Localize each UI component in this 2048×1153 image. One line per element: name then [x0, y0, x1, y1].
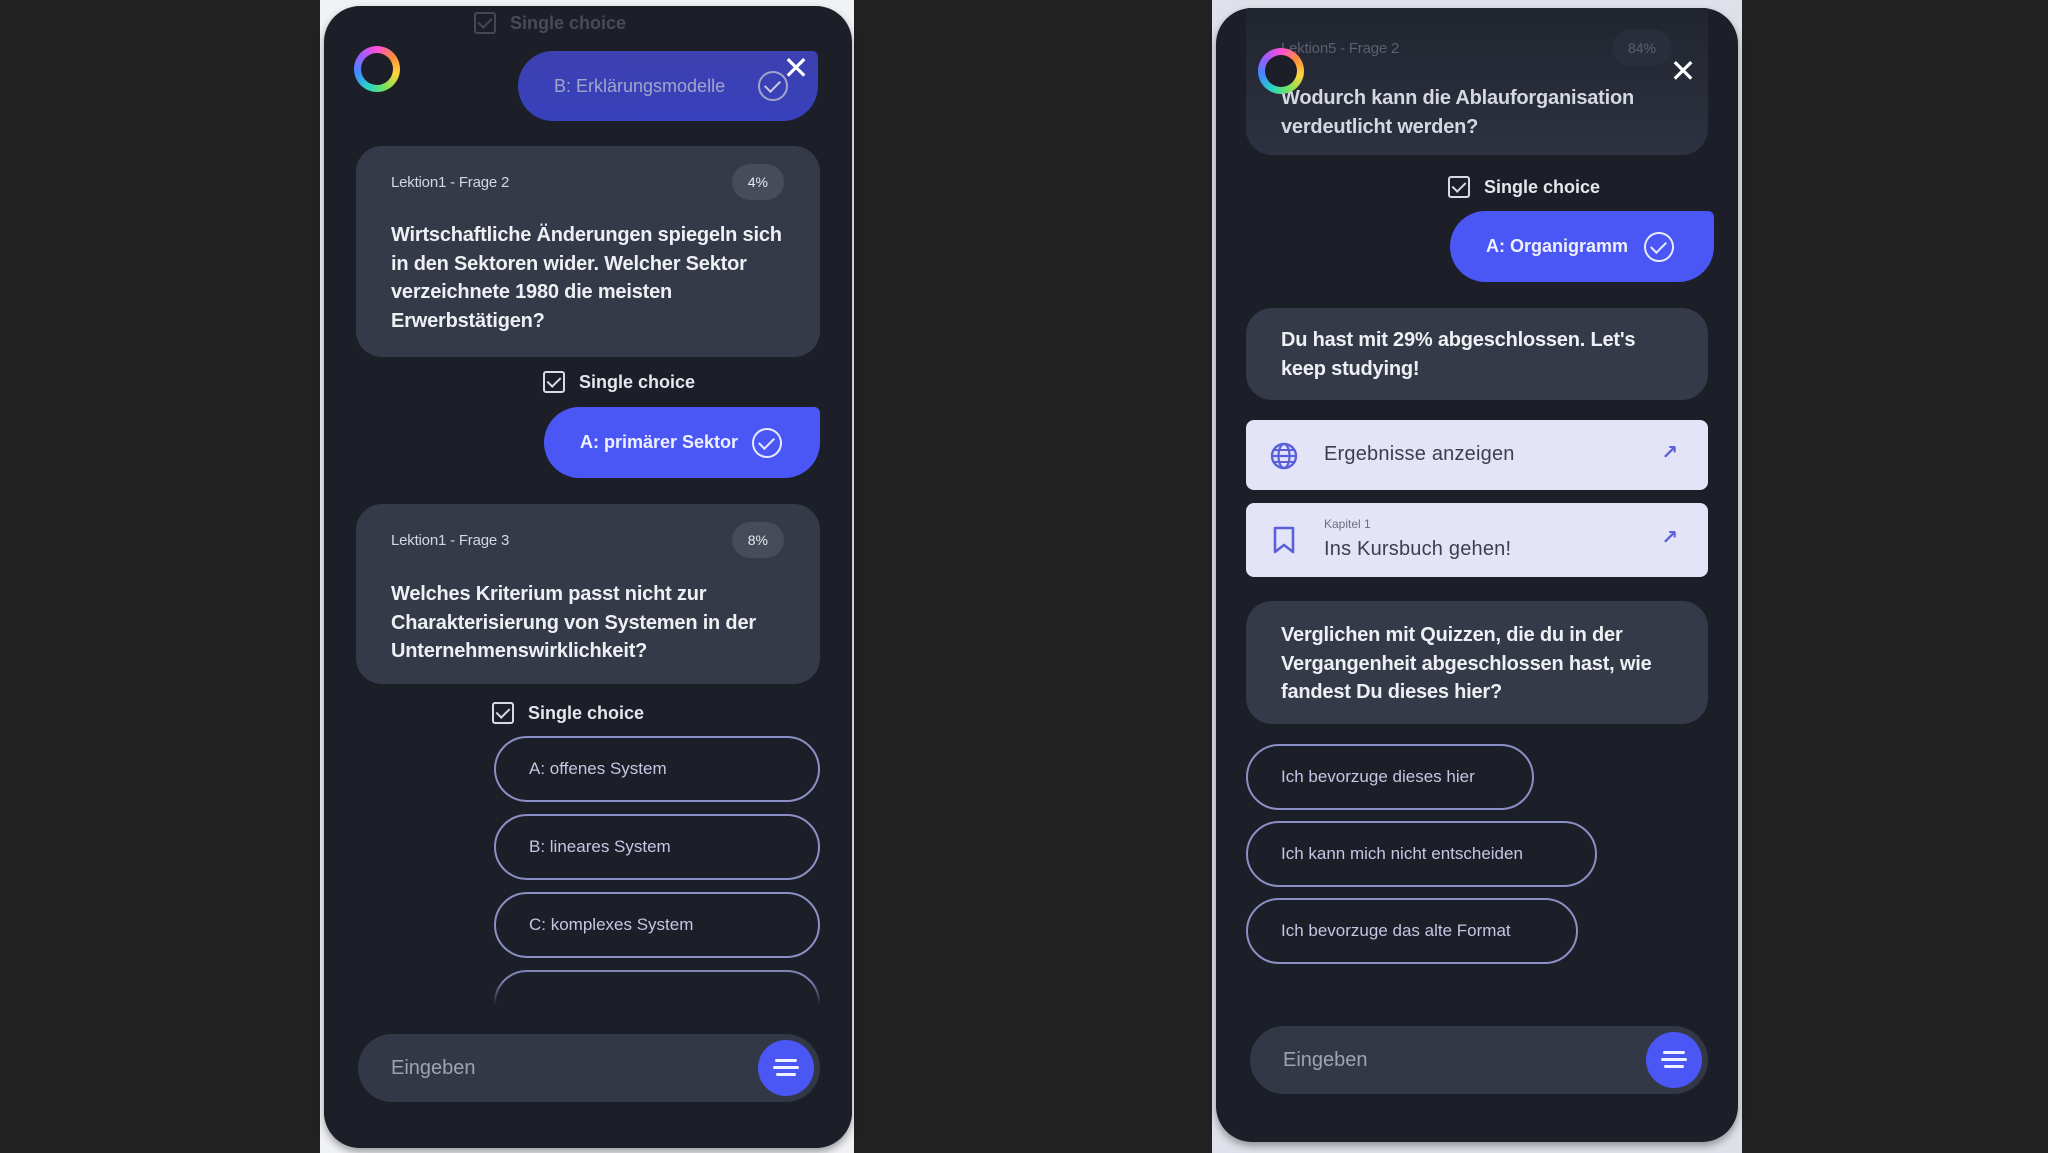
- question-card: Lektion1 - Frage 3 8% Welches Kriterium …: [356, 504, 820, 684]
- message-input-container: [358, 1034, 820, 1102]
- globe-icon: [1270, 442, 1298, 470]
- feedback-option[interactable]: Ich bevorzuge das alte Format: [1246, 898, 1578, 964]
- menu-line: [776, 1073, 796, 1076]
- feedback-question-card: Verglichen mit Quizzen, die du in der Ve…: [1246, 601, 1708, 724]
- question-meta: Lektion1 - Frage 2: [391, 174, 510, 191]
- result-message-card: Du hast mit 29% abgeschlossen. Let's kee…: [1246, 308, 1708, 400]
- single-choice-label: Single choice: [528, 702, 645, 723]
- single-choice-label: Single choice: [579, 371, 696, 392]
- link-subtitle: Kapitel 1: [1324, 517, 1371, 531]
- single-choice-indicator: Single choice: [543, 371, 695, 393]
- close-icon[interactable]: ✕: [1668, 55, 1698, 87]
- message-input-container: [1250, 1026, 1708, 1094]
- message-input[interactable]: [1250, 1026, 1708, 1094]
- checkbox-icon: [543, 371, 565, 393]
- checkbox-icon: [492, 702, 514, 724]
- checkbox-icon: [1448, 176, 1470, 198]
- answer-option[interactable]: B: lineares System: [494, 814, 820, 880]
- coursebook-link[interactable]: Kapitel 1 Ins Kursbuch gehen! ↗: [1246, 503, 1708, 577]
- menu-line: [1664, 1065, 1684, 1068]
- chat-panel-left: Single choice B: Erklärungsmodelle ✕ Lek…: [324, 6, 852, 1148]
- close-icon[interactable]: ✕: [781, 52, 811, 84]
- progress-badge: 8%: [731, 522, 784, 558]
- question-meta: Lektion1 - Frage 3: [391, 532, 510, 549]
- selected-answer-label: A: primärer Sektor: [580, 432, 739, 452]
- single-choice-label: Single choice: [1484, 176, 1601, 197]
- menu-button[interactable]: [1646, 1032, 1702, 1088]
- show-results-link[interactable]: Ergebnisse anzeigen ↗: [1246, 420, 1708, 490]
- selected-answer-bubble[interactable]: A: Organigramm: [1450, 211, 1714, 282]
- link-title: Ins Kursbuch gehen!: [1324, 538, 1512, 560]
- question-text: Wodurch kann die Ablauforganisation verd…: [1281, 87, 1635, 138]
- single-choice-indicator: Single choice: [492, 702, 644, 724]
- answer-option[interactable]: A: offenes System: [494, 736, 820, 802]
- checkbox-icon: [474, 12, 496, 34]
- chat-panel-right: Lektion5 - Frage 2 84% Wodurch kann die …: [1216, 8, 1738, 1142]
- menu-line: [1661, 1058, 1687, 1061]
- result-message: Du hast mit 29% abgeschlossen. Let's kee…: [1281, 329, 1636, 380]
- question-text: Welches Kriterium passt nicht zur Charak…: [391, 583, 756, 662]
- single-choice-indicator: Single choice: [1448, 176, 1600, 198]
- bookmark-icon: [1273, 526, 1295, 554]
- previous-answer-label: B: Erklärungsmodelle: [554, 75, 726, 96]
- question-card: Lektion1 - Frage 2 4% Wirtschaftliche Än…: [356, 146, 820, 357]
- answer-option[interactable]: C: komplexes System: [494, 892, 820, 958]
- link-title: Ergebnisse anzeigen: [1324, 443, 1515, 465]
- question-meta: Lektion5 - Frage 2: [1281, 40, 1400, 57]
- menu-line: [773, 1066, 799, 1069]
- selected-answer-label: A: Organigramm: [1486, 236, 1629, 256]
- external-arrow-icon: ↗: [1661, 442, 1678, 464]
- app-logo-icon: [354, 46, 400, 92]
- check-circle-icon: [752, 427, 782, 458]
- feedback-option[interactable]: Ich kann mich nicht entscheiden: [1246, 821, 1597, 887]
- external-arrow-icon: ↗: [1661, 527, 1678, 549]
- menu-line: [1663, 1051, 1685, 1054]
- feedback-option[interactable]: Ich bevorzuge dieses hier: [1246, 744, 1534, 810]
- selected-answer-bubble[interactable]: A: primärer Sektor: [544, 407, 820, 478]
- single-choice-label: Single choice: [510, 12, 627, 33]
- menu-button[interactable]: [758, 1040, 814, 1096]
- menu-line: [775, 1059, 797, 1062]
- check-circle-icon: [1644, 231, 1674, 262]
- question-card: Lektion5 - Frage 2 84% Wodurch kann die …: [1246, 8, 1708, 155]
- question-text: Wirtschaftliche Änderungen spiegeln sich…: [391, 224, 782, 332]
- right-frame: Lektion5 - Frage 2 84% Wodurch kann die …: [1212, 0, 1742, 1153]
- left-frame: Single choice B: Erklärungsmodelle ✕ Lek…: [320, 0, 854, 1153]
- feedback-question: Verglichen mit Quizzen, die du in der Ve…: [1281, 624, 1652, 703]
- progress-badge: 84%: [1611, 30, 1672, 66]
- faded-single-choice: Single choice: [474, 12, 626, 34]
- previous-answer-bubble[interactable]: B: Erklärungsmodelle: [518, 51, 818, 121]
- app-logo-icon: [1258, 48, 1304, 94]
- progress-badge: 4%: [731, 164, 784, 200]
- message-input[interactable]: [358, 1034, 820, 1102]
